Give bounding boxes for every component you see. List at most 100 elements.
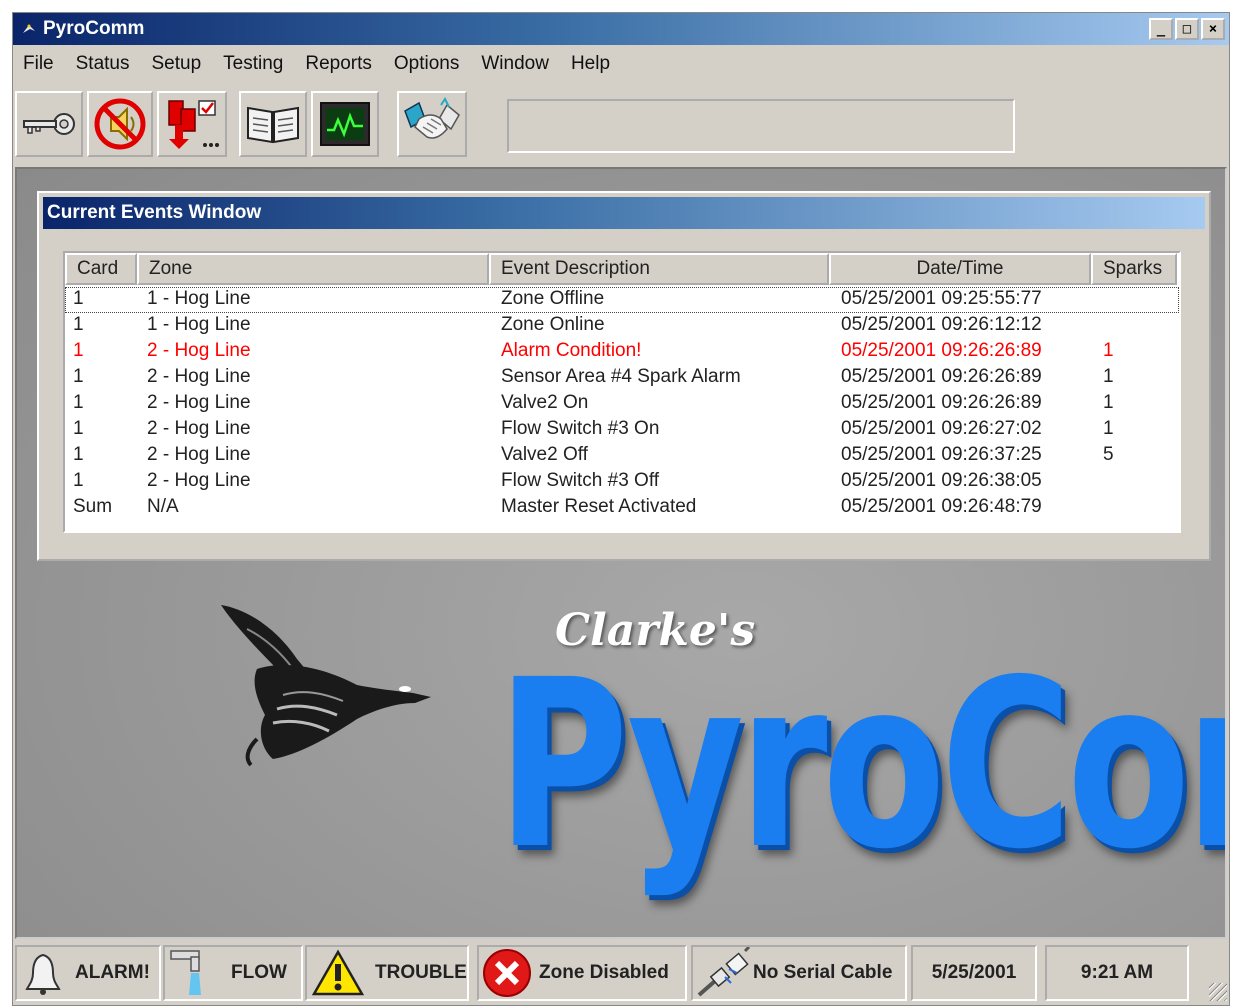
maximize-button[interactable]: □ [1175, 18, 1199, 40]
bell-icon [25, 953, 61, 995]
cell-zone: 2 - Hog Line [147, 340, 251, 361]
table-row[interactable]: 1 1 - Hog Line Zone Online 05/25/2001 09… [65, 313, 1179, 339]
mdi-workspace: Current Events Window Card Zone Event De… [15, 167, 1227, 939]
status-flow-panel: FLOW [163, 945, 303, 1001]
warning-triangle-icon [311, 949, 365, 996]
manual-book-icon [247, 106, 299, 144]
cell-sparks: 1 [1103, 418, 1114, 439]
cell-sparks: 1 [1103, 392, 1114, 413]
pyrocomm-window: PyroComm _ □ × File Status Setup Testing… [12, 12, 1230, 1006]
cell-zone: 2 - Hog Line [147, 470, 251, 491]
resize-grip[interactable] [1209, 983, 1227, 1001]
cell-description: Sensor Area #4 Spark Alarm [501, 366, 741, 387]
window-controls: _ □ × [1149, 18, 1225, 40]
handshake-icon [404, 97, 460, 139]
events-window-title[interactable]: Current Events Window [43, 197, 1205, 229]
cell-datetime: 05/25/2001 09:26:26:89 [841, 366, 1042, 387]
unplugged-cable-icon [697, 947, 751, 997]
table-row[interactable]: 1 2 - Hog Line Valve2 On 05/25/2001 09:2… [65, 391, 1179, 417]
menu-options[interactable]: Options [394, 53, 459, 75]
event-log-button[interactable] [239, 91, 307, 157]
menu-setup[interactable]: Setup [152, 53, 202, 75]
column-header-sparks[interactable]: Sparks [1091, 253, 1177, 285]
toolbar-message-field [507, 99, 1015, 153]
logo-pyrocomm-text: PyroComm [497, 630, 1225, 900]
status-alarm-panel: ALARM! [15, 945, 161, 1001]
cell-datetime: 05/25/2001 09:26:26:89 [841, 340, 1042, 361]
toolbar [13, 85, 1229, 165]
status-date: 5/25/2001 [931, 962, 1017, 983]
communications-button[interactable] [397, 91, 467, 157]
close-button[interactable]: × [1201, 18, 1225, 40]
table-row[interactable]: 1 2 - Hog Line Valve2 Off 05/25/2001 09:… [65, 443, 1179, 469]
current-events-window: Current Events Window Card Zone Event De… [37, 191, 1211, 561]
table-row-alarm[interactable]: 1 2 - Hog Line Alarm Condition! 05/25/20… [65, 339, 1179, 365]
status-time: 9:21 AM [1080, 962, 1154, 983]
cell-card: Sum [73, 496, 113, 517]
status-date-panel: 5/25/2001 [911, 945, 1037, 1001]
menu-status[interactable]: Status [76, 53, 130, 75]
menu-help[interactable]: Help [571, 53, 610, 75]
cell-datetime: 05/25/2001 09:26:12:12 [841, 314, 1042, 335]
cell-sparks: 1 [1103, 366, 1114, 387]
title-bar[interactable]: PyroComm _ □ × [13, 13, 1229, 45]
table-row[interactable]: 1 1 - Hog Line Zone Offline 05/25/2001 0… [65, 287, 1179, 313]
table-row[interactable]: 1 2 - Hog Line Flow Switch #3 Off 05/25/… [65, 469, 1179, 495]
cell-sparks: 5 [1103, 444, 1114, 465]
menu-file[interactable]: File [23, 53, 54, 75]
cell-description: Zone Offline [501, 288, 605, 309]
menu-window[interactable]: Window [481, 53, 549, 75]
cell-card: 1 [73, 470, 84, 491]
cell-card: 1 [73, 288, 84, 309]
column-header-event-description[interactable]: Event Description [489, 253, 829, 285]
column-header-card[interactable]: Card [65, 253, 137, 285]
status-bar: ALARM! FLOW TROUBLE Zone Disabled No Ser… [13, 941, 1229, 1003]
status-alarm-label: ALARM! [75, 962, 150, 983]
cell-zone: 2 - Hog Line [147, 392, 251, 413]
menu-reports[interactable]: Reports [305, 53, 372, 75]
column-header-datetime[interactable]: Date/Time [829, 253, 1091, 285]
status-trouble-panel: TROUBLE [305, 945, 469, 1001]
cell-zone: 2 - Hog Line [147, 444, 251, 465]
cell-datetime: 05/25/2001 09:26:26:89 [841, 392, 1042, 413]
cell-description: Valve2 Off [501, 444, 588, 465]
cell-description: Alarm Condition! [501, 340, 642, 361]
cell-description: Zone Online [501, 314, 605, 335]
minimize-button[interactable]: _ [1149, 18, 1173, 40]
cell-datetime: 05/25/2001 09:25:55:77 [841, 288, 1042, 309]
disabled-x-icon [483, 949, 531, 997]
silence-alarm-icon [94, 98, 146, 150]
cell-datetime: 05/25/2001 09:26:37:25 [841, 444, 1042, 465]
menu-testing[interactable]: Testing [223, 53, 283, 75]
water-faucet-icon [170, 950, 201, 995]
status-flow-label: FLOW [231, 962, 287, 983]
monitor-graph-icon [320, 102, 370, 146]
table-row[interactable]: 1 2 - Hog Line Sensor Area #4 Spark Alar… [65, 365, 1179, 391]
cell-sparks: 1 [1103, 340, 1114, 361]
cell-description: Flow Switch #3 On [501, 418, 660, 439]
cell-zone: 2 - Hog Line [147, 418, 251, 439]
cell-zone: 2 - Hog Line [147, 366, 251, 387]
column-header-zone[interactable]: Zone [137, 253, 489, 285]
login-key-button[interactable] [15, 91, 83, 157]
status-time-panel: 9:21 AM [1045, 945, 1189, 1001]
status-trouble-label: TROUBLE [375, 962, 467, 983]
cell-datetime: 05/25/2001 09:26:27:02 [841, 418, 1042, 439]
events-grid[interactable]: Card Zone Event Description Date/Time Sp… [63, 251, 1181, 533]
silence-alarm-button[interactable] [87, 91, 153, 157]
cell-card: 1 [73, 340, 84, 361]
status-serial-panel: No Serial Cable [691, 945, 907, 1001]
table-row[interactable]: 1 2 - Hog Line Flow Switch #3 On 05/25/2… [65, 417, 1179, 443]
cell-zone: 1 - Hog Line [147, 288, 251, 309]
table-row[interactable]: Sum N/A Master Reset Activated 05/25/200… [65, 495, 1179, 521]
cell-datetime: 05/25/2001 09:26:48:79 [841, 496, 1042, 517]
monitor-button[interactable] [311, 91, 379, 157]
cell-zone: N/A [147, 496, 179, 517]
status-serial-label: No Serial Cable [753, 962, 893, 983]
cell-card: 1 [73, 314, 84, 335]
reset-button[interactable] [157, 91, 227, 157]
window-title: PyroComm [43, 18, 145, 39]
cell-card: 1 [73, 444, 84, 465]
cell-description: Valve2 On [501, 392, 589, 413]
cell-datetime: 05/25/2001 09:26:38:05 [841, 470, 1042, 491]
